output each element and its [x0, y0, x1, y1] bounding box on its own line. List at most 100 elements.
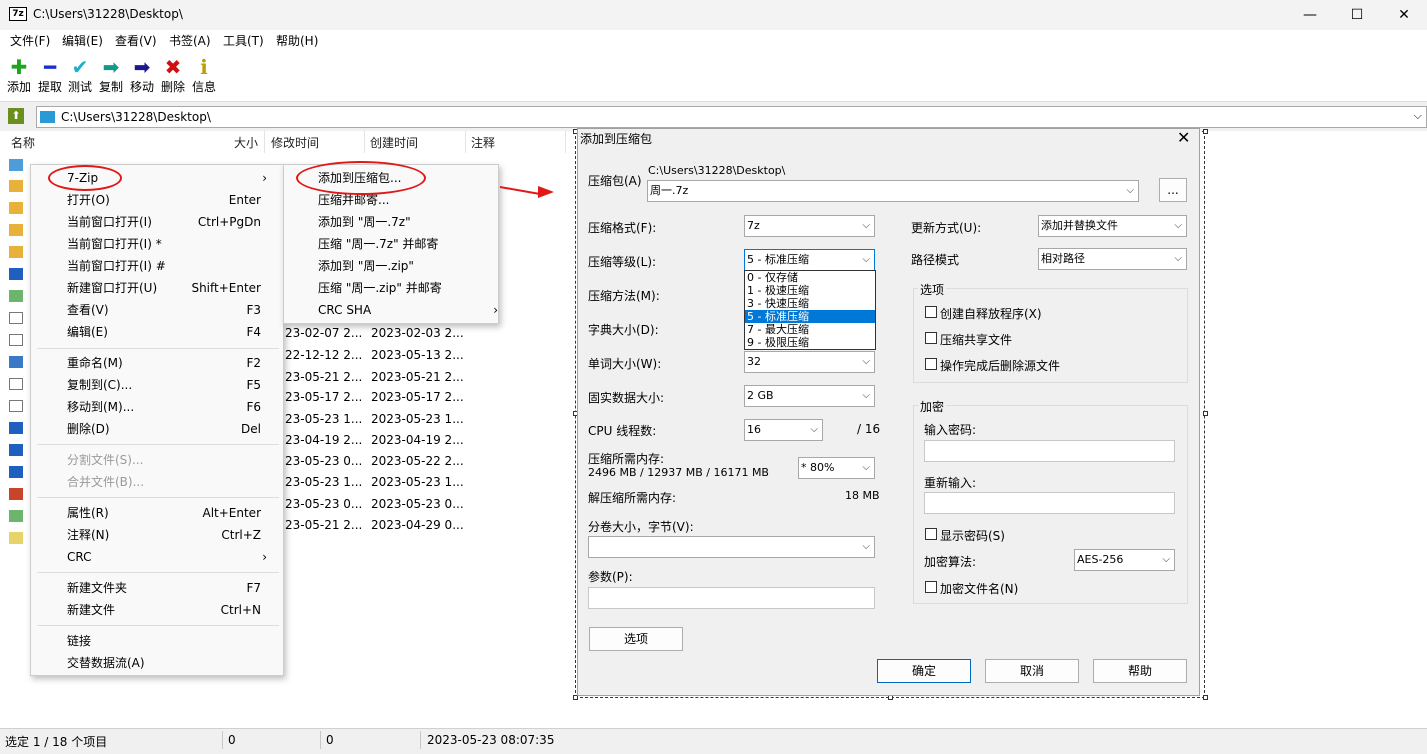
column-comment[interactable]: 注释	[471, 134, 495, 151]
menu-edit[interactable]: 编辑(E)	[62, 32, 103, 49]
add-icon: ✚	[10, 55, 28, 79]
move-button[interactable]: ➡ 移动	[127, 54, 157, 102]
enc-method-select[interactable]: AES-256 ⌵	[1074, 549, 1175, 571]
close-button[interactable]: ✕	[1381, 0, 1427, 30]
level-option-selected[interactable]: 5 - 标准压缩	[745, 310, 875, 323]
menu-divider	[37, 497, 279, 498]
add-button[interactable]: ✚ 添加	[4, 54, 34, 102]
sfx-checkbox[interactable]	[925, 306, 937, 318]
level-option[interactable]: 7 - 最大压缩	[745, 323, 875, 336]
submenu-compress-7z-email[interactable]: 压缩 "周一.7z" 并邮寄	[318, 233, 488, 255]
cancel-button[interactable]: 取消	[985, 659, 1079, 683]
menu-item-move-to[interactable]: 移动到(M)... F6	[67, 396, 277, 418]
submenu-add-7z[interactable]: 添加到 "周一.7z"	[318, 211, 488, 233]
menu-item-delete[interactable]: 删除(D) Del	[67, 418, 277, 440]
menu-item-link[interactable]: 链接	[67, 630, 277, 652]
test-button[interactable]: ✔ 测试	[65, 54, 95, 102]
menu-item-open-inside-hash[interactable]: 当前窗口打开(I) #	[67, 255, 277, 277]
modified-cell: 23-05-23 1...	[285, 475, 363, 489]
up-folder-icon[interactable]: ⬆	[8, 108, 24, 124]
chevron-down-icon[interactable]: ⌵	[1414, 109, 1422, 123]
column-modified[interactable]: 修改时间	[271, 134, 319, 151]
resize-handle[interactable]	[1203, 695, 1208, 700]
path-value: 相对路径	[1041, 252, 1085, 265]
menu-item-open-inside[interactable]: 当前窗口打开(I) Ctrl+PgDn	[67, 211, 277, 233]
menu-item-combine: 合并文件(B)...	[67, 471, 277, 493]
split-combo[interactable]: ⌵	[588, 536, 875, 558]
update-label: 更新方式(U):	[911, 221, 982, 235]
params-input[interactable]	[588, 587, 875, 609]
modified-cell: 23-05-23 0...	[285, 454, 363, 468]
submenu-add-zip[interactable]: 添加到 "周一.zip"	[318, 255, 488, 277]
column-name[interactable]: 名称	[11, 134, 35, 151]
show-password-checkbox[interactable]	[925, 528, 937, 540]
app-icon: 7z	[9, 7, 27, 21]
maximize-button[interactable]: ☐	[1334, 0, 1380, 30]
address-bar[interactable]: C:\Users\31228\Desktop\ ⌵	[36, 106, 1427, 128]
resize-handle[interactable]	[1203, 411, 1208, 416]
chevron-down-icon: ⌵	[1174, 253, 1182, 264]
menu-divider	[37, 572, 279, 573]
submenu-crc-sha[interactable]: CRC SHA ›	[318, 299, 498, 321]
menu-item-new-folder[interactable]: 新建文件夹 F7	[67, 577, 277, 599]
archive-name-combo[interactable]: 周一.7z ⌵	[647, 180, 1139, 202]
ok-button[interactable]: 确定	[877, 659, 971, 683]
level-option[interactable]: 3 - 快速压缩	[745, 297, 875, 310]
info-button[interactable]: ℹ 信息	[189, 54, 219, 102]
menu-item-view[interactable]: 查看(V) F3	[67, 299, 277, 321]
update-select[interactable]: 添加并替换文件 ⌵	[1038, 215, 1187, 237]
copy-button[interactable]: ➡ 复制	[96, 54, 126, 102]
help-button[interactable]: 帮助	[1093, 659, 1187, 683]
browse-button[interactable]: ...	[1159, 178, 1187, 202]
solid-select[interactable]: 2 GB ⌵	[744, 385, 875, 407]
password-input[interactable]	[924, 440, 1175, 462]
menu-item-edit[interactable]: 编辑(E) F4	[67, 321, 277, 343]
options-button[interactable]: 选项	[589, 627, 683, 651]
modified-cell: 23-05-21 2...	[285, 370, 363, 384]
menu-bookmarks[interactable]: 书签(A)	[169, 32, 211, 49]
menu-item-label: 注释(N)	[67, 528, 110, 542]
extract-button[interactable]: ━ 提取	[35, 54, 65, 102]
menu-item-rename[interactable]: 重命名(M) F2	[67, 352, 277, 374]
menu-item-properties[interactable]: 属性(R) Alt+Enter	[67, 502, 277, 524]
info-label: 信息	[191, 80, 216, 94]
cpu-select[interactable]: 16 ⌵	[744, 419, 823, 441]
level-option[interactable]: 0 - 仅存储	[745, 271, 875, 284]
format-select[interactable]: 7z ⌵	[744, 215, 875, 237]
chevron-down-icon: ⌵	[1174, 220, 1182, 231]
column-created[interactable]: 创建时间	[370, 134, 418, 151]
level-option[interactable]: 9 - 极限压缩	[745, 336, 875, 349]
menu-item-crc[interactable]: CRC ›	[67, 546, 277, 568]
repassword-input[interactable]	[924, 492, 1175, 514]
dialog-close-icon[interactable]: ✕	[1177, 128, 1190, 147]
path-select[interactable]: 相对路径 ⌵	[1038, 248, 1187, 270]
menu-item-copy-to[interactable]: 复制到(C)... F5	[67, 374, 277, 396]
menu-file[interactable]: 文件(F)	[10, 32, 50, 49]
encrypt-names-checkbox[interactable]	[925, 581, 937, 593]
resize-handle[interactable]	[1203, 129, 1208, 134]
mem-percent-select[interactable]: * 80% ⌵	[798, 457, 875, 479]
menu-item-open-new[interactable]: 新建窗口打开(U) Shift+Enter	[67, 277, 277, 299]
menu-item-open[interactable]: 打开(O) Enter	[67, 189, 277, 211]
level-option[interactable]: 1 - 极速压缩	[745, 284, 875, 297]
shared-checkbox[interactable]	[925, 332, 937, 344]
menu-item-alt-streams[interactable]: 交替数据流(A)	[67, 652, 277, 674]
enc-method-label: 加密算法:	[924, 555, 977, 569]
delete-button[interactable]: ✖ 删除	[158, 54, 188, 102]
encryption-group-title: 加密	[918, 398, 947, 415]
menu-view[interactable]: 查看(V)	[115, 32, 157, 49]
menu-item-open-inside-star[interactable]: 当前窗口打开(I) *	[67, 233, 277, 255]
menu-item-new-file[interactable]: 新建文件 Ctrl+N	[67, 599, 277, 621]
menu-tools[interactable]: 工具(T)	[223, 32, 264, 49]
minimize-button[interactable]: —	[1287, 0, 1333, 30]
menu-item-comment[interactable]: 注释(N) Ctrl+Z	[67, 524, 277, 546]
menu-help[interactable]: 帮助(H)	[276, 32, 318, 49]
menu-item-label: 新建文件	[67, 603, 116, 617]
level-select[interactable]: 5 - 标准压缩 ⌵	[744, 249, 875, 271]
column-size[interactable]: 大小	[234, 134, 258, 151]
chevron-down-icon: ⌵	[862, 541, 870, 552]
word-select[interactable]: 32 ⌵	[744, 351, 875, 373]
delete-after-checkbox[interactable]	[925, 358, 937, 370]
menu-item-label: 新建窗口打开(U)	[67, 281, 158, 295]
submenu-compress-zip-email[interactable]: 压缩 "周一.zip" 并邮寄	[318, 277, 488, 299]
